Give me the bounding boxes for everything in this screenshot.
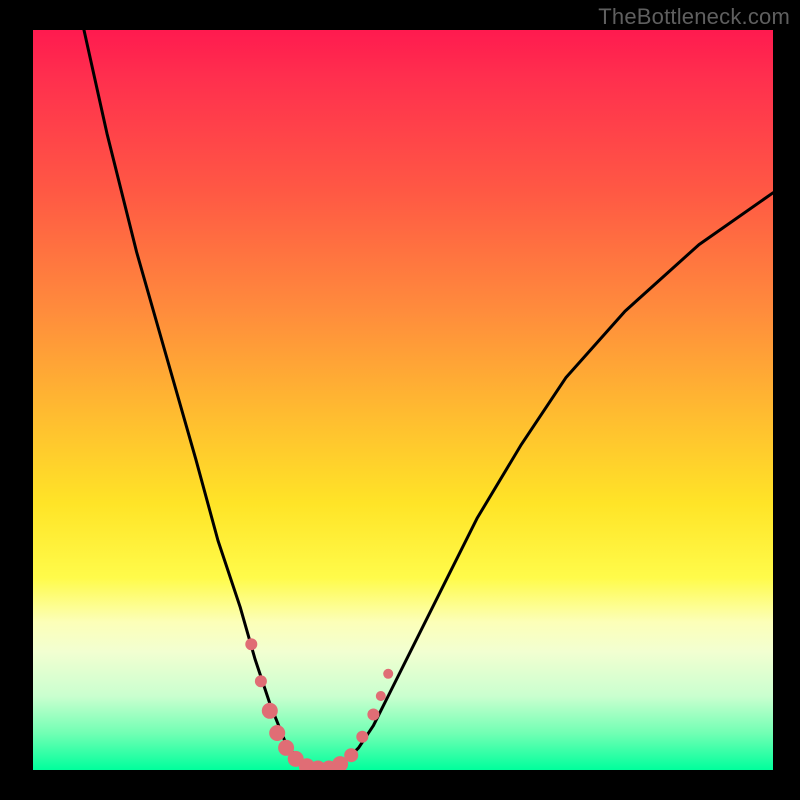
data-marker bbox=[356, 731, 368, 743]
watermark-text: TheBottleneck.com bbox=[598, 4, 790, 30]
marker-group bbox=[245, 638, 393, 770]
bottleneck-curve bbox=[33, 30, 773, 770]
data-marker bbox=[262, 703, 278, 719]
data-marker bbox=[367, 709, 379, 721]
chart-frame: TheBottleneck.com bbox=[0, 0, 800, 800]
data-marker bbox=[269, 725, 285, 741]
data-marker bbox=[383, 669, 393, 679]
chart-plot-area bbox=[33, 30, 773, 770]
data-marker bbox=[255, 675, 267, 687]
curve-path bbox=[33, 30, 773, 770]
data-marker bbox=[376, 691, 386, 701]
data-marker bbox=[344, 748, 358, 762]
chart-svg bbox=[33, 30, 773, 770]
data-marker bbox=[245, 638, 257, 650]
